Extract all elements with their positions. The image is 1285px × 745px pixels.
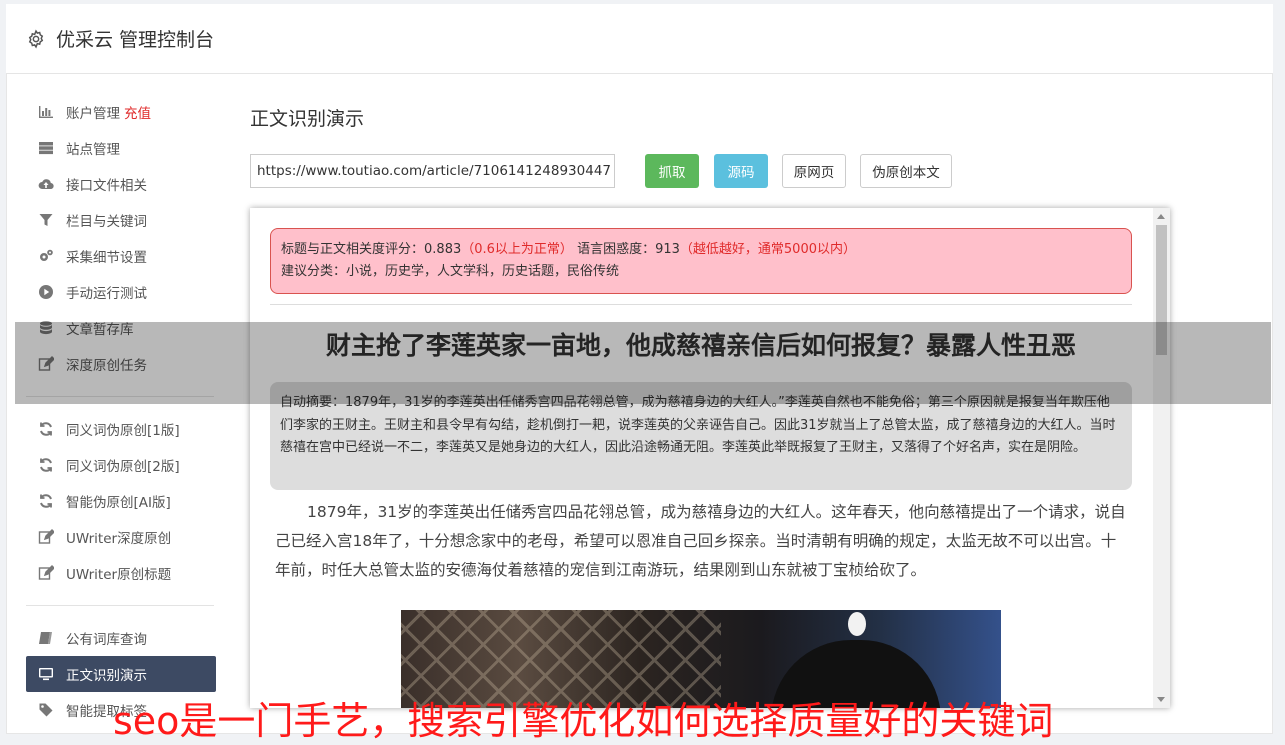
monitor-icon	[37, 665, 55, 683]
sidebar-item-label: 公有词库查询	[66, 632, 147, 648]
perplexity-label: 语言困惑度：	[577, 242, 656, 257]
toolbar: https://www.toutiao.com/article/71061412…	[250, 154, 1170, 188]
gray-overlay-band	[15, 322, 1271, 404]
scroll-down-arrow-icon[interactable]	[1157, 697, 1165, 702]
gears-icon	[37, 247, 55, 265]
sidebar-item-label: 正文识别演示	[66, 668, 147, 684]
refresh-icon	[37, 420, 55, 438]
sidebar-item-label: 采集细节设置	[66, 250, 147, 266]
page-title: 正文识别演示	[250, 108, 365, 130]
sidebar-item-uwriter-deep[interactable]: UWriter深度原创	[26, 519, 216, 555]
sidebar-item-account[interactable]: 账户管理 充值	[26, 94, 216, 130]
pseudo-original-button[interactable]: 伪原创本文	[860, 154, 952, 188]
sidebar-item-ai-rewrite[interactable]: 智能伪原创[AI版]	[26, 483, 216, 519]
scroll-up-arrow-icon[interactable]	[1157, 214, 1165, 219]
sidebar-item-label: 账户管理	[66, 106, 120, 122]
sidebar-item-public-lexicon[interactable]: 公有词库查询	[26, 620, 216, 656]
sidebar-item-synonym-v1[interactable]: 同义词伪原创[1版]	[26, 411, 216, 447]
sidebar-item-uwriter-title[interactable]: UWriter原创标题	[26, 555, 216, 591]
main-content: 正文识别演示 https://www.toutiao.com/article/7…	[250, 94, 1170, 188]
category-label: 建议分类：	[281, 264, 347, 279]
relevance-hint: （0.6以上为正常）	[461, 242, 573, 257]
gear-icon	[28, 28, 44, 49]
sidebar-item-label: 栏目与关键词	[66, 214, 147, 230]
server-icon	[37, 139, 55, 157]
image-bead-shape	[848, 612, 866, 636]
sidebar-item-label: 站点管理	[66, 142, 120, 158]
console-header: 优采云 管理控制台	[6, 4, 1273, 74]
article-body: 1879年，31岁的李莲英出任储秀宫四品花翎总管，成为慈禧身边的大红人。这年春天…	[275, 503, 1126, 579]
recharge-link[interactable]: 充值	[124, 102, 151, 122]
content-divider	[270, 304, 1132, 305]
filter-icon	[37, 211, 55, 229]
sidebar-item-synonym-v2[interactable]: 同义词伪原创[2版]	[26, 447, 216, 483]
sidebar-item-sites[interactable]: 站点管理	[26, 130, 216, 166]
article-viewer[interactable]: 标题与正文相关度评分：0.883（0.6以上为正常） 语言困惑度：913（越低越…	[250, 208, 1170, 708]
url-input[interactable]: https://www.toutiao.com/article/71061412…	[250, 154, 615, 188]
fetch-button[interactable]: 抓取	[645, 154, 699, 188]
perplexity-value: 913	[655, 242, 680, 257]
edit-icon	[37, 564, 55, 582]
book-icon	[37, 629, 55, 647]
sidebar-item-text-recognition[interactable]: 正文识别演示	[26, 656, 216, 692]
score-panel: 标题与正文相关度评分：0.883（0.6以上为正常） 语言困惑度：913（越低越…	[270, 228, 1132, 294]
sidebar-item-label: 同义词伪原创[2版]	[66, 459, 180, 475]
relevance-label: 标题与正文相关度评分：	[281, 242, 425, 257]
sidebar-item-interface-files[interactable]: 接口文件相关	[26, 166, 216, 202]
sidebar-item-label: UWriter深度原创	[66, 531, 172, 547]
refresh-icon	[37, 456, 55, 474]
viewer-scrollbar[interactable]	[1153, 208, 1170, 708]
original-page-button[interactable]: 原网页	[782, 154, 846, 188]
sidebar-item-label: 接口文件相关	[66, 178, 147, 194]
sidebar: 账户管理 充值 站点管理 接口文件相关 栏目与关键词 采集细节设置 手动运行测试…	[26, 94, 216, 728]
source-button[interactable]: 源码	[714, 154, 768, 188]
refresh-icon	[37, 492, 55, 510]
console-title: 优采云 管理控制台	[56, 29, 215, 51]
category-value: 小说，历史学，人文学科，历史话题，民俗传统	[346, 264, 620, 279]
edit-icon	[37, 528, 55, 546]
sidebar-item-label: UWriter原创标题	[66, 567, 172, 583]
relevance-value: 0.883	[424, 242, 462, 257]
play-circle-icon	[37, 283, 55, 301]
perplexity-hint: （越低越好，通常5000以内）	[679, 242, 856, 257]
sidebar-item-label: 智能伪原创[AI版]	[66, 495, 171, 511]
sidebar-divider	[26, 605, 214, 606]
sidebar-item-columns-keywords[interactable]: 栏目与关键词	[26, 202, 216, 238]
cloud-upload-icon	[37, 175, 55, 193]
sidebar-item-manual-run[interactable]: 手动运行测试	[26, 274, 216, 310]
tag-icon	[37, 701, 55, 719]
overlay-headline: seo是一门手艺，搜索引擎优化如何选择质量好的关键词	[113, 699, 1054, 743]
bar-chart-icon	[37, 103, 55, 121]
sidebar-item-label: 同义词伪原创[1版]	[66, 423, 180, 439]
sidebar-item-collect-settings[interactable]: 采集细节设置	[26, 238, 216, 274]
sidebar-item-label: 手动运行测试	[66, 286, 147, 302]
